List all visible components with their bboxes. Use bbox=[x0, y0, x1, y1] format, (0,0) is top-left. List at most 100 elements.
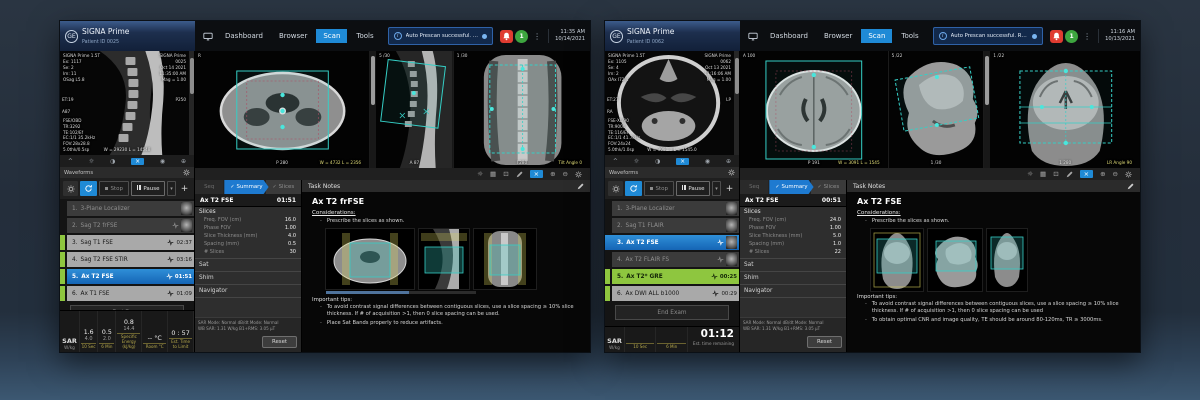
strip-scrollbar[interactable] bbox=[734, 51, 739, 155]
alerts-bell-icon[interactable] bbox=[500, 30, 513, 43]
zoom-in-icon[interactable]: ⊕ bbox=[550, 170, 555, 178]
tab-browser[interactable]: Browser bbox=[272, 29, 314, 43]
pause-dropdown-icon[interactable]: ▾ bbox=[712, 181, 721, 196]
note-thumbnail[interactable] bbox=[474, 229, 536, 289]
reference-image-viewport[interactable]: SIGNA Prime 1.5T Ex: 1105 Se: 4 Im: 2 OA… bbox=[605, 51, 739, 155]
param-row[interactable]: # Slices30 bbox=[195, 248, 301, 256]
sagittal-viewport[interactable]: 5 /30 A 87 bbox=[376, 51, 454, 168]
note-thumbnail[interactable] bbox=[928, 229, 982, 291]
monitor-icon[interactable] bbox=[203, 32, 213, 41]
pause-button[interactable]: Pause bbox=[131, 181, 165, 196]
series-row[interactable]: 3. Sag T1 FSE 02:37 bbox=[67, 235, 194, 250]
monitor-icon[interactable] bbox=[748, 32, 758, 41]
rescan-button[interactable] bbox=[625, 181, 642, 196]
pause-button[interactable]: Pause bbox=[676, 181, 710, 196]
zoom-out-icon[interactable]: ⊖ bbox=[1113, 170, 1118, 178]
tab-seq[interactable]: Seq bbox=[195, 180, 223, 194]
tab-summary[interactable]: ✓Summary bbox=[224, 180, 268, 194]
series-row[interactable]: 4. Sag T2 FSE STIR 03:16 bbox=[67, 252, 194, 267]
stop-button[interactable]: Stop bbox=[99, 181, 129, 196]
brightness-icon[interactable]: ☼ bbox=[89, 158, 94, 165]
series-row[interactable]: 5. Ax T2* GRE 00:25 bbox=[612, 269, 739, 284]
waveforms-settings-icon[interactable] bbox=[183, 169, 190, 176]
strip-scrollbar[interactable] bbox=[189, 51, 194, 155]
brightness-icon[interactable]: ☼ bbox=[477, 170, 483, 178]
param-row[interactable]: Freq. FOV (cm)24.0 bbox=[740, 216, 846, 224]
zoom-out-icon[interactable]: ⊖ bbox=[563, 170, 568, 178]
edit-notes-icon[interactable] bbox=[577, 183, 584, 190]
reset-button[interactable]: Reset bbox=[262, 336, 297, 348]
param-row[interactable]: Slice Thickness (mm)5.0 bbox=[740, 232, 846, 240]
rescan-button[interactable] bbox=[80, 181, 97, 196]
pause-dropdown-icon[interactable]: ▾ bbox=[167, 181, 176, 196]
param-row[interactable]: Phase FOV1.00 bbox=[740, 224, 846, 232]
annotate-icon[interactable] bbox=[516, 171, 523, 178]
shim-section[interactable]: Shim bbox=[740, 272, 846, 285]
axial-viewport[interactable]: R P 280 W = 4732 L = 2356 bbox=[195, 51, 370, 168]
note-thumbnail[interactable] bbox=[987, 229, 1027, 291]
waveforms-settings-icon[interactable] bbox=[728, 169, 735, 176]
viewer-settings-icon[interactable] bbox=[1125, 171, 1132, 178]
tab-scan[interactable]: Scan bbox=[316, 29, 347, 43]
slices-section[interactable]: Slices Freq. FOV (cm)16.0 Phase FOV1.00 … bbox=[195, 207, 301, 259]
viewer-settings-icon[interactable] bbox=[575, 171, 582, 178]
param-row[interactable]: Freq. FOV (cm)16.0 bbox=[195, 216, 301, 224]
note-thumbnail[interactable] bbox=[871, 229, 923, 291]
tab-dashboard[interactable]: Dashboard bbox=[763, 29, 815, 43]
scan-settings-button[interactable] bbox=[608, 181, 623, 196]
window-level-icon[interactable]: ◑ bbox=[110, 158, 115, 165]
coronal-viewport[interactable]: 1 /30 I 280 Tilt Angle 0 bbox=[454, 51, 590, 168]
note-thumbnail[interactable] bbox=[419, 229, 469, 289]
series-row[interactable]: 2. Sag T2 frFSE bbox=[67, 218, 194, 233]
grid-icon[interactable]: ▦ bbox=[1040, 170, 1046, 178]
slices-section[interactable]: Slices Freq. FOV (cm)24.0 Phase FOV1.00 … bbox=[740, 207, 846, 259]
annotate-icon[interactable] bbox=[1066, 171, 1073, 178]
collapse-icon[interactable]: ^ bbox=[613, 158, 618, 165]
kebab-menu-icon[interactable]: ⋮ bbox=[530, 32, 544, 41]
zoom-in-icon[interactable]: ⊕ bbox=[181, 158, 186, 165]
brightness-icon[interactable]: ☼ bbox=[634, 158, 639, 165]
tab-browser[interactable]: Browser bbox=[817, 29, 859, 43]
series-row[interactable]: 6. Ax DWI ALL b1000 00:29 bbox=[612, 286, 739, 301]
kebab-menu-icon[interactable]: ⋮ bbox=[1080, 32, 1094, 41]
target-icon[interactable]: ◉ bbox=[160, 158, 165, 165]
window-level-icon[interactable]: ◑ bbox=[655, 158, 660, 165]
tab-summary[interactable]: ✓Summary bbox=[769, 180, 813, 194]
navigator-section[interactable]: Navigator bbox=[195, 285, 301, 298]
crosshair-icon[interactable]: ⊡ bbox=[1053, 170, 1058, 178]
coronal-viewport[interactable]: 1 /22 1 280 LR Angle 90 bbox=[990, 51, 1140, 168]
param-row[interactable]: Phase FOV1.00 bbox=[195, 224, 301, 232]
collapse-icon[interactable]: ^ bbox=[68, 158, 73, 165]
shim-section[interactable]: Shim bbox=[195, 272, 301, 285]
alerts-bell-icon[interactable] bbox=[1050, 30, 1063, 43]
tab-slices[interactable]: ✓Slices bbox=[266, 180, 301, 194]
navigator-section[interactable]: Navigator bbox=[740, 285, 846, 298]
close-icon[interactable]: × bbox=[676, 158, 689, 165]
messages-icon[interactable]: 1 bbox=[1065, 30, 1078, 43]
prescan-notification[interactable]: i Auto Prescan successful. R1=11 TG=142 … bbox=[933, 27, 1043, 45]
series-row-selected[interactable]: 3. Ax T2 FSE bbox=[605, 235, 739, 250]
param-row[interactable]: # Slices22 bbox=[740, 248, 846, 256]
close-icon[interactable]: × bbox=[1080, 170, 1093, 178]
tab-dashboard[interactable]: Dashboard bbox=[218, 29, 270, 43]
close-icon[interactable]: × bbox=[131, 158, 144, 165]
series-row[interactable]: 4. Ax T2 FLAIR FS bbox=[612, 252, 739, 267]
zoom-in-icon[interactable]: ⊕ bbox=[1100, 170, 1105, 178]
end-exam-button[interactable]: End Exam bbox=[615, 305, 729, 320]
series-row[interactable]: 6. Ax T1 FSE 01:09 bbox=[67, 286, 194, 301]
sagittal-viewport[interactable]: 5 /22 1 /30 bbox=[889, 51, 985, 168]
add-series-button[interactable]: + bbox=[178, 181, 191, 196]
close-icon[interactable]: × bbox=[530, 170, 543, 178]
axial-viewport[interactable]: A 100 P 191 W = 3091 L = 1545 bbox=[740, 51, 889, 168]
grid-icon[interactable]: ▦ bbox=[490, 170, 496, 178]
reset-button[interactable]: Reset bbox=[807, 336, 842, 348]
add-series-button[interactable]: + bbox=[723, 181, 736, 196]
param-row[interactable]: Spacing (mm)1.0 bbox=[740, 240, 846, 248]
brightness-icon[interactable]: ☼ bbox=[1027, 170, 1033, 178]
crosshair-icon[interactable]: ⊡ bbox=[503, 170, 508, 178]
tab-seq[interactable]: Seq bbox=[740, 180, 768, 194]
messages-icon[interactable]: 1 bbox=[515, 30, 528, 43]
reference-image-viewport[interactable]: SIGNA Prime 1.5T Ex: 1117 Se: 2 Im: 11 O… bbox=[60, 51, 194, 155]
sat-section[interactable]: Sat bbox=[740, 259, 846, 272]
target-icon[interactable]: ◉ bbox=[705, 158, 710, 165]
